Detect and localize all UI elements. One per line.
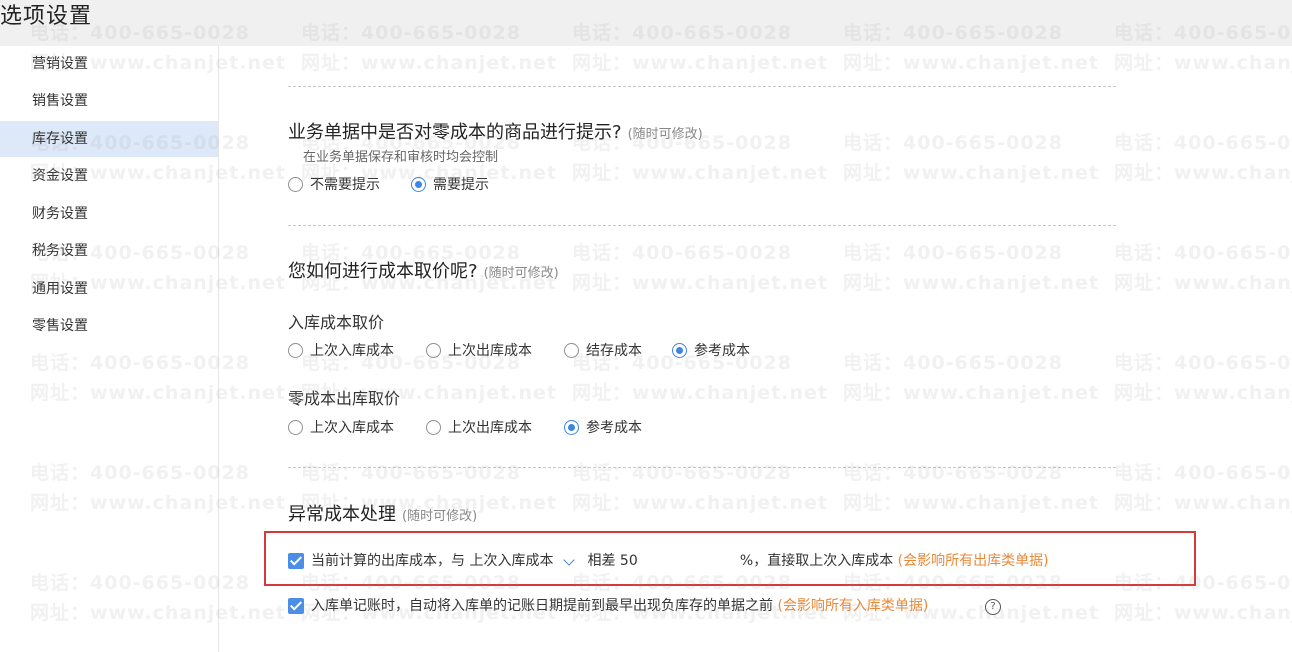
watermark-url: 网址：www.chanjet.net — [572, 492, 828, 514]
zero-cost-heading-text: 业务单据中是否对零成本的商品进行提示? — [288, 122, 622, 143]
watermark-phone: 电话：400-665-0028 — [1114, 462, 1292, 484]
page-title: 选项设置 — [0, 4, 93, 29]
watermark-url: 网址：www.chanjet.net — [572, 162, 828, 184]
radio-dot-selected — [672, 343, 687, 358]
watermark-url: 网址：www.chanjet.net — [572, 382, 828, 404]
watermark-phone: 电话：400-665-0028 — [1114, 242, 1292, 264]
radio-inbound-last-out[interactable]: 上次出库成本 — [426, 342, 532, 360]
abnormal-cost-heading-text: 异常成本处理 — [288, 504, 396, 525]
zero-cost-note: (随时可修改) — [627, 127, 703, 142]
rule1-checkbox[interactable] — [288, 553, 304, 569]
section-divider — [288, 86, 1116, 87]
watermark-url: 网址：www.chanjet.net — [843, 492, 1099, 514]
radio-zero-out-last-out[interactable]: 上次出库成本 — [426, 419, 532, 437]
radio-dot — [426, 420, 441, 435]
radio-dot-selected — [564, 420, 579, 435]
sidebar: 营销设置 销售设置 库存设置 资金设置 财务设置 税务设置 通用设置 零售设置 — [0, 46, 219, 652]
watermark-phone: 电话：400-665-0028 — [1114, 352, 1292, 374]
rule1-row: 当前计算的出库成本，与 上次入库成本 相差 50 %，直接取上次入库成本 (会影响所… — [311, 552, 1049, 570]
watermark-url: 网址：www.chanjet.net — [1114, 492, 1292, 514]
rule2-warning: (会影响所有入库类单据) — [777, 598, 929, 614]
watermark-url: 网址：www.chanjet.net — [301, 52, 557, 74]
watermark-phone: 电话：400-665-0028 — [843, 352, 1063, 374]
title-bar — [0, 0, 1292, 46]
sidebar-item-sales[interactable]: 销售设置 — [0, 83, 218, 119]
radio-no-prompt[interactable]: 不需要提示 — [288, 176, 380, 194]
watermark-phone: 电话：400-665-0028 — [843, 242, 1063, 264]
radio-inbound-reference[interactable]: 参考成本 — [672, 342, 750, 360]
watermark-url: 网址：www.chanjet.net — [572, 52, 828, 74]
help-icon[interactable]: ? — [985, 599, 1001, 615]
sidebar-item-marketing[interactable]: 营销设置 — [0, 46, 218, 82]
watermark-phone: 电话：400-665-0028 — [1114, 132, 1292, 154]
radio-inbound-balance[interactable]: 结存成本 — [564, 342, 642, 360]
radio-zero-out-reference[interactable]: 参考成本 — [564, 419, 642, 437]
rule1-prefix: 当前计算的出库成本，与 — [311, 553, 465, 569]
radio-dot — [426, 343, 441, 358]
radio-label: 需要提示 — [433, 177, 489, 193]
diff-label: 相差 — [587, 553, 616, 569]
zero-cost-heading: 业务单据中是否对零成本的商品进行提示? (随时可修改) — [288, 118, 703, 144]
radio-inbound-last-in[interactable]: 上次入库成本 — [288, 342, 394, 360]
compare-target-value: 上次入库成本 — [469, 553, 554, 569]
radio-label: 上次入库成本 — [310, 343, 394, 359]
radio-label: 参考成本 — [586, 420, 642, 436]
rule1-suffix: %，直接取上次入库成本 — [739, 553, 894, 569]
sidebar-item-inventory[interactable]: 库存设置 — [0, 121, 218, 157]
rule1-warning: (会影响所有出库类单据) — [897, 553, 1049, 569]
radio-dot — [288, 420, 303, 435]
sidebar-item-tax[interactable]: 税务设置 — [0, 233, 218, 269]
cost-price-note: (随时可修改) — [483, 266, 559, 281]
sidebar-item-retail[interactable]: 零售设置 — [0, 308, 218, 344]
radio-dot — [564, 343, 579, 358]
watermark-url: 网址：www.chanjet.net — [1114, 602, 1292, 624]
radio-label: 上次入库成本 — [310, 420, 394, 436]
radio-label: 不需要提示 — [310, 177, 380, 193]
watermark-phone: 电话：400-665-0028 — [843, 462, 1063, 484]
radio-label: 上次出库成本 — [448, 343, 532, 359]
chevron-down-icon[interactable] — [563, 553, 576, 566]
zero-out-cost-label: 零成本出库取价 — [288, 389, 401, 408]
section-divider — [288, 225, 1116, 226]
watermark-url: 网址：www.chanjet.net — [572, 272, 828, 294]
abnormal-cost-note: (随时可修改) — [402, 509, 478, 524]
zero-cost-subtext: 在业务单据保存和审核时均会控制 — [303, 150, 499, 165]
watermark-url: 网址：www.chanjet.net — [843, 162, 1099, 184]
radio-dot — [288, 177, 303, 192]
radio-zero-out-last-in[interactable]: 上次入库成本 — [288, 419, 394, 437]
sidebar-item-finance[interactable]: 财务设置 — [0, 196, 218, 232]
cost-price-heading-text: 您如何进行成本取价呢? — [288, 261, 478, 282]
inbound-cost-label: 入库成本取价 — [288, 313, 385, 332]
watermark-url: 网址：www.chanjet.net — [843, 382, 1099, 404]
radio-label: 参考成本 — [694, 343, 750, 359]
rule2-text: 入库单记账时，自动将入库单的记账日期提前到最早出现负库存的单据之前 — [311, 598, 773, 614]
compare-target-select[interactable]: 上次入库成本 — [469, 553, 587, 569]
watermark-phone: 电话：400-665-0028 — [301, 462, 521, 484]
radio-dot — [288, 343, 303, 358]
watermark-url: 网址：www.chanjet.net — [1114, 272, 1292, 294]
sidebar-item-general[interactable]: 通用设置 — [0, 271, 218, 307]
watermark-url: 网址：www.chanjet.net — [843, 52, 1099, 74]
rule2-checkbox[interactable] — [288, 598, 304, 614]
radio-dot-selected — [411, 177, 426, 192]
watermark-url: 网址：www.chanjet.net — [1114, 162, 1292, 184]
abnormal-cost-heading: 异常成本处理 (随时可修改) — [288, 500, 477, 526]
watermark-url: 网址：www.chanjet.net — [1114, 382, 1292, 404]
watermark-phone: 电话：400-665-0028 — [843, 132, 1063, 154]
watermark-phone: 电话：400-665-0028 — [572, 242, 792, 264]
section-divider — [288, 467, 1116, 468]
watermark-url: 网址：www.chanjet.net — [843, 272, 1099, 294]
sidebar-item-funds[interactable]: 资金设置 — [0, 158, 218, 194]
radio-need-prompt[interactable]: 需要提示 — [411, 176, 489, 194]
cost-price-heading: 您如何进行成本取价呢? (随时可修改) — [288, 257, 559, 283]
watermark-url: 网址：www.chanjet.net — [1114, 52, 1292, 74]
watermark-phone: 电话：400-665-0028 — [572, 462, 792, 484]
radio-label: 结存成本 — [586, 343, 642, 359]
radio-label: 上次出库成本 — [448, 420, 532, 436]
diff-percent-input[interactable]: 50 — [620, 552, 740, 570]
rule2-row: 入库单记账时，自动将入库单的记账日期提前到最早出现负库存的单据之前 (会影响所有… — [311, 597, 928, 615]
